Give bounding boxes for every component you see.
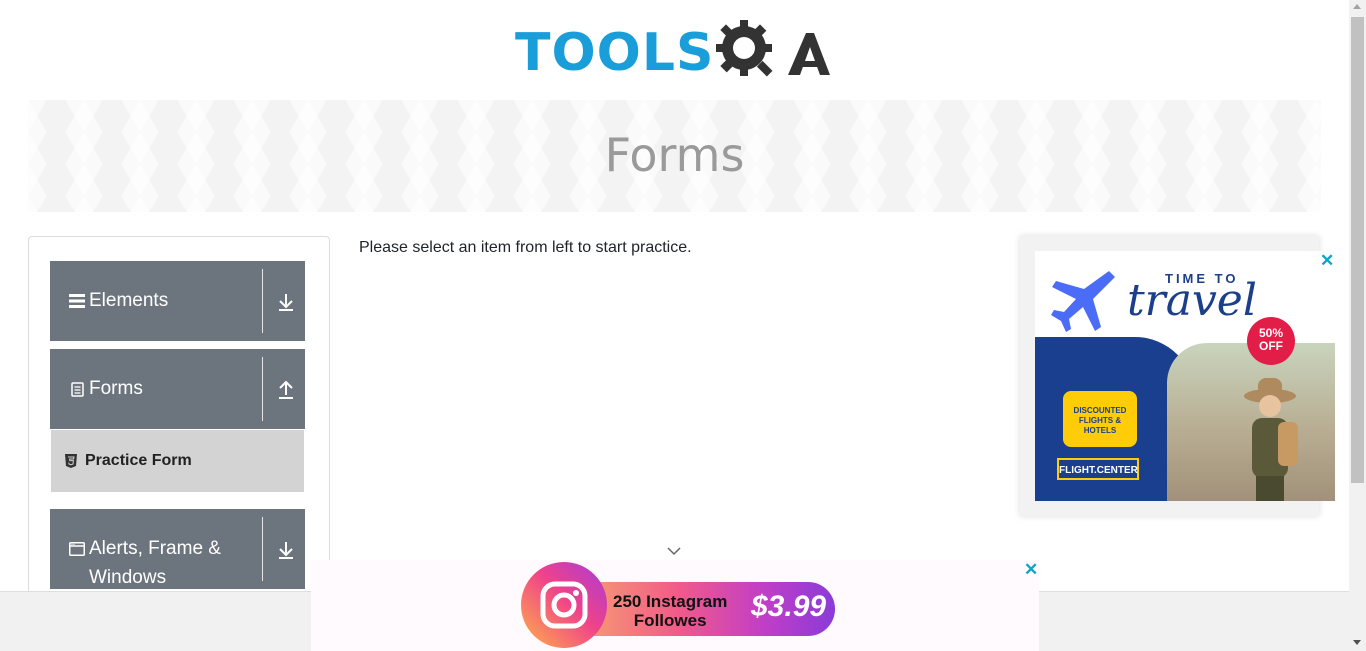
scroll-up-arrow-icon[interactable]: [1353, 4, 1361, 9]
toolsqa-logo[interactable]: TOOLS QA: [515, 16, 834, 90]
hamburger-icon: [67, 261, 87, 341]
ad-followers-text: 250 Instagram Followes: [613, 592, 727, 630]
ad-creative[interactable]: TIME TO travel 50% OFF DISCOUNTED FLIGHT…: [1035, 251, 1335, 501]
airplane-icon: [1051, 271, 1115, 332]
upload-arrow-icon[interactable]: [276, 379, 296, 401]
sidebar-item-practice-form[interactable]: Practice Form: [51, 430, 304, 492]
sidebar-group-alerts-frame-windows[interactable]: Alerts, Frame & Windows: [50, 509, 305, 589]
sidebar: Elements Forms Practice Form Alerts, Fra…: [28, 236, 330, 651]
page-title: Forms: [604, 128, 745, 182]
sidebar-group-label: Elements: [89, 290, 169, 311]
page: TOOLS QA Forms: [0, 0, 1349, 651]
ad-line-2: Followes: [633, 611, 707, 630]
ad-travel-headline: travel: [1127, 275, 1257, 326]
gear-magnifier-icon: [716, 20, 773, 77]
traveler-image: [1244, 378, 1298, 501]
scroll-down-arrow-icon[interactable]: [1353, 640, 1361, 645]
logo-tools-text: TOOLS: [515, 23, 715, 83]
instagram-advertisement[interactable]: 250 Instagram Followes $3.99: [311, 560, 1039, 651]
sidebar-group-elements[interactable]: Elements: [50, 261, 305, 341]
badge-off: OFF: [1259, 339, 1283, 353]
close-ad-icon[interactable]: ✕: [1024, 560, 1038, 580]
sidebar-group-label: Alerts, Frame & Windows: [89, 538, 221, 588]
document-icon: [67, 349, 87, 429]
html5-shield-icon: [65, 454, 77, 468]
instruction-text: Please select an item from left to start…: [359, 239, 692, 256]
divider: [262, 269, 263, 333]
instagram-icon: [521, 562, 607, 648]
divider: [262, 517, 263, 581]
instagram-ad-creative[interactable]: 250 Instagram Followes $3.99: [521, 562, 835, 650]
download-arrow-icon[interactable]: [276, 291, 296, 313]
close-ad-icon[interactable]: ✕: [1320, 251, 1334, 271]
ad-speech-bubble: DISCOUNTED FLIGHTS & HOTELS: [1063, 391, 1137, 447]
travel-advertisement[interactable]: TIME TO travel 50% OFF DISCOUNTED FLIGHT…: [1020, 236, 1335, 516]
download-arrow-icon[interactable]: [276, 539, 296, 561]
sidebar-group-label: Forms: [89, 378, 143, 399]
sidebar-group-forms[interactable]: Forms: [50, 349, 305, 429]
discount-badge: 50% OFF: [1247, 317, 1295, 365]
window-icon: [67, 534, 87, 564]
vertical-scrollbar[interactable]: [1349, 0, 1366, 651]
scrollbar-thumb[interactable]: [1351, 17, 1364, 483]
flight-center-logo: FLIGHT.CENTER: [1057, 458, 1139, 480]
bubble-line-1: DISCOUNTED: [1073, 406, 1127, 415]
page-banner: Forms: [28, 100, 1321, 212]
ad-price: $3.99: [751, 590, 827, 623]
ad-line-1: 250 Instagram: [613, 592, 728, 611]
divider: [262, 357, 263, 421]
sidebar-item-label: Practice Form: [85, 452, 192, 469]
logo-a-letter-icon: [788, 33, 831, 75]
bubble-line-2: FLIGHTS & HOTELS: [1078, 416, 1122, 435]
chevron-down-icon[interactable]: [666, 546, 682, 556]
